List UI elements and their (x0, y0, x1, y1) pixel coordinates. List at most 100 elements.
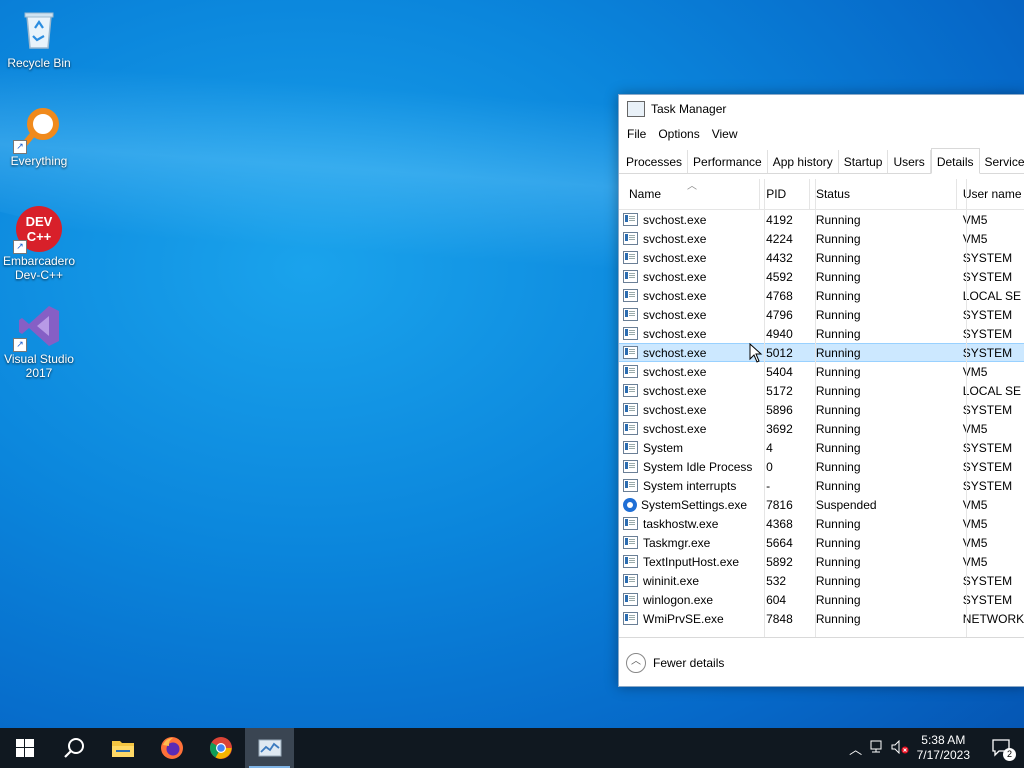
process-name-cell: svchost.exe (619, 232, 760, 246)
menu-options[interactable]: Options (652, 127, 705, 141)
table-row[interactable]: SystemSettings.exe 7816 Suspended VM5 (619, 495, 1024, 514)
desktop-icon-everything[interactable]: ↗ Everything (1, 106, 77, 168)
table-row[interactable]: System Idle Process 0 Running SYSTEM (619, 457, 1024, 476)
process-pid: 604 (766, 592, 787, 607)
process-icon (623, 289, 638, 302)
process-name: SystemSettings.exe (641, 497, 748, 512)
tab-services[interactable]: Services (980, 150, 1024, 173)
visual-studio-icon: ↗ (13, 304, 61, 352)
taskbar-chrome[interactable] (196, 728, 245, 768)
table-row[interactable]: winlogon.exe 604 Running SYSTEM (619, 590, 1024, 609)
process-icon (623, 593, 638, 606)
chevron-up-icon[interactable]: ︿ (845, 739, 867, 758)
process-status: Suspended (815, 497, 877, 512)
process-icon (623, 213, 638, 226)
process-icon (623, 384, 638, 397)
volume-muted-icon[interactable] (889, 739, 911, 757)
process-status: Running (815, 269, 861, 284)
taskbar-file-explorer[interactable] (98, 728, 147, 768)
process-icon (623, 441, 638, 454)
menu-file[interactable]: File (621, 127, 652, 141)
table-row[interactable]: svchost.exe 4796 Running SYSTEM (619, 305, 1024, 324)
table-row[interactable]: WmiPrvSE.exe 7848 Running NETWORK (619, 609, 1024, 628)
desktop-icon-label-line1: Visual Studio (4, 352, 74, 366)
process-icon (623, 232, 638, 245)
shortcut-arrow-icon: ↗ (13, 140, 27, 154)
task-manager-icon (258, 739, 281, 757)
start-button[interactable] (0, 728, 49, 768)
process-name-cell: svchost.exe (619, 213, 760, 227)
desktop-icon-visual-studio[interactable]: ↗ Visual Studio 2017 (1, 304, 77, 380)
table-row[interactable]: svchost.exe 4768 Running LOCAL SE (619, 286, 1024, 305)
table-row[interactable]: svchost.exe 5404 Running VM5 (619, 362, 1024, 381)
tab-details[interactable]: Details (930, 148, 980, 174)
table-row[interactable]: taskhostw.exe 4368 Running VM5 (619, 514, 1024, 533)
process-status: Running (815, 364, 861, 379)
clock[interactable]: 5:38 AM 7/17/2023 (917, 733, 970, 763)
process-status: Running (815, 440, 861, 455)
mouse-cursor-icon (749, 343, 763, 363)
process-name: svchost.exe (643, 288, 707, 303)
desktop-icon-label: Recycle Bin (7, 56, 71, 70)
process-status: Running (815, 554, 861, 569)
tab-performance[interactable]: Performance (688, 150, 768, 173)
table-row[interactable]: svchost.exe 5896 Running SYSTEM (619, 400, 1024, 419)
table-row[interactable]: svchost.exe 5172 Running LOCAL SE (619, 381, 1024, 400)
table-row[interactable]: Taskmgr.exe 5664 Running VM5 (619, 533, 1024, 552)
chevron-up-icon[interactable]: ︿ (626, 652, 646, 673)
table-row[interactable]: svchost.exe 3692 Running VM5 (619, 419, 1024, 438)
column-header-pid[interactable]: PID (760, 179, 810, 209)
table-row[interactable]: svchost.exe 4432 Running SYSTEM (619, 248, 1024, 267)
process-name-cell: winlogon.exe (619, 593, 760, 607)
table-row[interactable]: svchost.exe 4192 Running VM5 (619, 210, 1024, 229)
tab-users[interactable]: Users (888, 150, 931, 173)
process-name: svchost.exe (643, 402, 707, 417)
process-icon (623, 536, 638, 549)
tab-startup[interactable]: Startup (839, 150, 889, 173)
process-pid: - (766, 478, 771, 493)
table-row[interactable]: svchost.exe 4940 Running SYSTEM (619, 324, 1024, 343)
process-pid: 5896 (766, 402, 793, 417)
task-manager-window[interactable]: Task Manager File Options View Processes… (618, 94, 1024, 687)
task-manager-icon (627, 101, 645, 117)
process-status: Running (815, 326, 861, 341)
action-center-button[interactable]: 2 (980, 728, 1024, 768)
process-name-cell: svchost.exe (619, 270, 760, 284)
process-pid: 4432 (766, 250, 793, 265)
desktop-icon-recycle-bin[interactable]: Recycle Bin (1, 8, 77, 70)
menu-view[interactable]: View (706, 127, 744, 141)
table-row[interactable]: TextInputHost.exe 5892 Running VM5 (619, 552, 1024, 571)
tab-processes[interactable]: Processes (621, 150, 689, 173)
process-icon (623, 365, 638, 378)
window-title: Task Manager (651, 102, 727, 116)
windows-logo-icon (15, 739, 34, 757)
clock-date: 7/17/2023 (916, 748, 970, 762)
process-name-cell: wininit.exe (619, 574, 760, 588)
firefox-icon (160, 737, 183, 759)
title-bar[interactable]: Task Manager (619, 95, 1024, 123)
table-row[interactable]: System interrupts - Running SYSTEM (619, 476, 1024, 495)
process-name-cell: svchost.exe (619, 403, 760, 417)
magnifier-icon: ↗ (13, 106, 61, 154)
taskbar-firefox[interactable] (147, 728, 196, 768)
process-status: Running (815, 288, 861, 303)
taskbar-task-manager[interactable] (245, 728, 294, 768)
process-name: svchost.exe (643, 364, 707, 379)
process-pid: 4768 (766, 288, 793, 303)
table-row[interactable]: svchost.exe 5012 Running SYSTEM (619, 343, 1024, 362)
fewer-details-link[interactable]: Fewer details (653, 656, 724, 670)
process-status: Running (815, 516, 861, 531)
network-icon[interactable] (867, 740, 889, 757)
table-row[interactable]: wininit.exe 532 Running SYSTEM (619, 571, 1024, 590)
table-row[interactable]: svchost.exe 4224 Running VM5 (619, 229, 1024, 248)
desktop-icon-devcpp[interactable]: DEV C++ ↗ Embarcadero Dev-C++ (1, 206, 77, 282)
column-header-status[interactable]: Status (810, 179, 957, 209)
table-row[interactable]: svchost.exe 4592 Running SYSTEM (619, 267, 1024, 286)
table-row[interactable]: System 4 Running SYSTEM (619, 438, 1024, 457)
process-icon (623, 612, 638, 625)
footer: ︿ Fewer details (619, 637, 1024, 686)
process-pid: 4368 (766, 516, 793, 531)
process-pid: 4796 (766, 307, 793, 322)
tab-app-history[interactable]: App history (768, 150, 839, 173)
search-button[interactable] (49, 728, 98, 768)
